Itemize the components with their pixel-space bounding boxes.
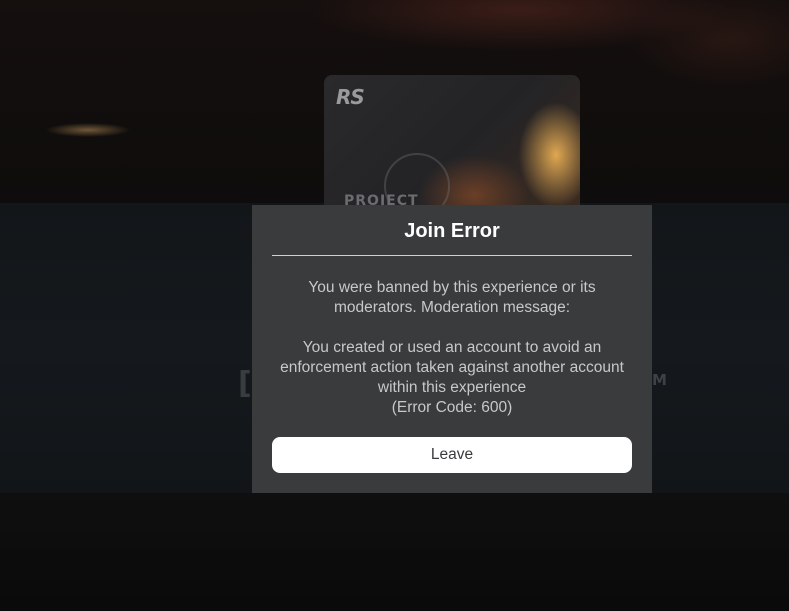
background-partial-text: M	[652, 371, 667, 389]
game-thumbnail: RS PROJECT	[324, 75, 580, 206]
error-code: (Error Code: 600)	[391, 399, 513, 416]
dialog-title: Join Error	[404, 220, 500, 242]
dialog-message: You were banned by this experience or it…	[272, 278, 632, 418]
moderation-reason-line: within this experience	[377, 379, 527, 396]
thumbnail-logo: RS	[336, 85, 365, 109]
ban-notice: You were banned by this experience or it…	[272, 278, 632, 318]
join-error-dialog: Join Error You were banned by this exper…	[252, 205, 652, 493]
background-bracket-glyph: [	[238, 366, 252, 401]
background-scene-bottom	[0, 493, 789, 611]
ban-notice-line: moderators. Moderation message:	[333, 299, 571, 316]
moderation-reason: You created or used an account to avoid …	[272, 338, 632, 418]
moderation-reason-line: You created or used an account to avoid …	[302, 339, 602, 356]
dialog-divider	[272, 255, 632, 256]
ban-notice-line: You were banned by this experience or it…	[308, 279, 596, 296]
moderation-reason-line: enforcement action taken against another…	[280, 359, 624, 376]
leave-button[interactable]: Leave	[272, 437, 632, 473]
